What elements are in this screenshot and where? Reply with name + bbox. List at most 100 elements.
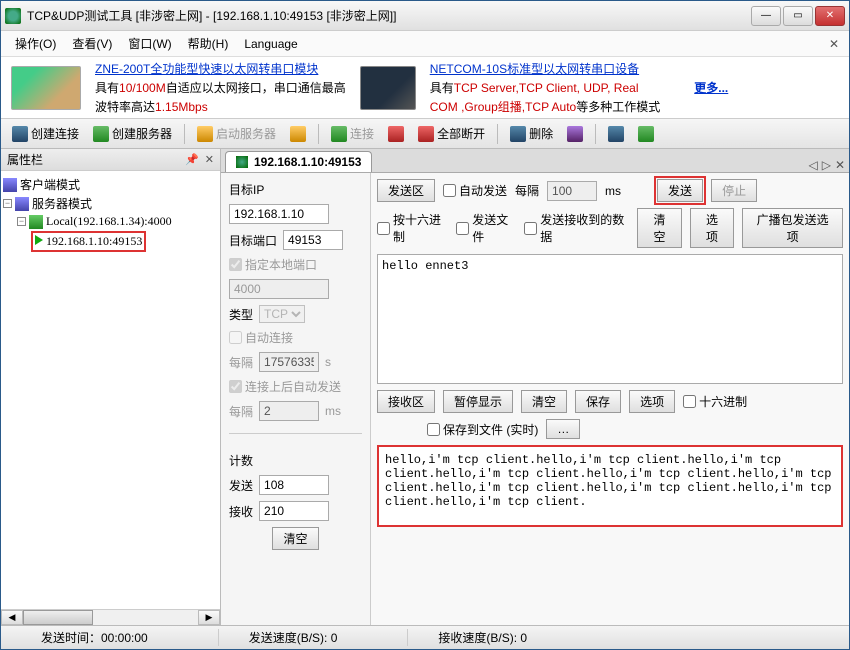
tab-close-icon[interactable]: ✕: [835, 158, 845, 172]
btn-stop[interactable]: 停止: [711, 179, 757, 202]
tab-prev-icon[interactable]: ◁: [808, 158, 817, 172]
chk-autosend-onconn[interactable]: 连接上后自动发送: [229, 378, 362, 395]
btn-send-area[interactable]: 发送区: [377, 179, 435, 202]
misc-icon: [567, 126, 583, 142]
tb-sep2: [318, 124, 319, 144]
tree-server-mode[interactable]: − 服务器模式: [3, 194, 218, 213]
tree-client-mode[interactable]: 客户端模式: [3, 175, 218, 194]
close-button[interactable]: ✕: [815, 6, 845, 26]
label-interval2: 每隔: [229, 403, 253, 420]
tb-create-server[interactable]: 创建服务器: [88, 123, 177, 144]
btn-recv-area[interactable]: 接收区: [377, 390, 435, 413]
chk-auto-send[interactable]: 自动发送: [443, 182, 507, 199]
chk-send-file[interactable]: 发送文件: [456, 211, 516, 245]
recv-textbox[interactable]: hello,i'm tcp client.hello,i'm tcp clien…: [377, 445, 843, 527]
label-send-count: 发送: [229, 477, 253, 494]
menu-window[interactable]: 窗口(W): [128, 35, 171, 52]
label-interval: 每隔: [229, 354, 253, 371]
tb-sep3: [497, 124, 498, 144]
tree-label: 客户端模式: [20, 176, 80, 193]
start-server-icon: [197, 126, 213, 142]
chk-recv-hex[interactable]: 十六进制: [683, 393, 747, 410]
play-icon: [35, 235, 43, 245]
tb-delete[interactable]: 删除: [505, 123, 558, 144]
app-icon: [5, 8, 21, 24]
menu-help[interactable]: 帮助(H): [188, 35, 229, 52]
btn-broadcast[interactable]: 广播包发送选项: [742, 208, 843, 248]
btn-send-options[interactable]: 选项: [690, 208, 735, 248]
input-dest-ip[interactable]: [229, 204, 329, 224]
promo1-image: [11, 66, 81, 110]
chk-save-file[interactable]: 保存到文件 (实时): [427, 421, 538, 438]
scroll-right-icon[interactable]: ▶: [198, 610, 220, 625]
btn-recv-clear[interactable]: 清空: [521, 390, 567, 413]
pane-controls: 📌 ✕: [185, 153, 214, 166]
disconnect-all-icon: [418, 126, 434, 142]
promo2-title[interactable]: NETCOM-10S标准型以太网转串口设备: [430, 60, 661, 77]
chk-bind-local[interactable]: 指定本地端口: [229, 256, 362, 273]
tree-local[interactable]: − Local(192.168.1.34):4000: [3, 213, 218, 230]
menu-lang[interactable]: Language: [244, 37, 297, 51]
local-server-icon: [29, 215, 43, 229]
promo1-title[interactable]: ZNE-200T全功能型快速以太网转串口模块: [95, 60, 346, 77]
window-buttons: — ▭ ✕: [751, 6, 845, 26]
input-send-interval[interactable]: [547, 181, 597, 201]
scroll-left-icon[interactable]: ◀: [1, 610, 23, 625]
tb-icon2[interactable]: [383, 124, 409, 144]
create-conn-icon: [12, 126, 28, 142]
btn-send[interactable]: 发送: [657, 179, 703, 202]
pane-close-icon[interactable]: ✕: [205, 153, 214, 166]
input-send-count[interactable]: [259, 475, 329, 495]
select-type[interactable]: TCP: [259, 305, 305, 323]
promo-more[interactable]: 更多...: [694, 79, 728, 96]
active-conn-highlight: 192.168.1.10:49153: [31, 231, 146, 252]
send-row2: 按十六进制 发送文件 发送接收到的数据 清空 选项 广播包发送选项: [377, 208, 843, 248]
tb-disconnect-all[interactable]: 全部断开: [413, 123, 490, 144]
tree-collapse-icon[interactable]: −: [17, 217, 26, 226]
minimize-button[interactable]: —: [751, 6, 781, 26]
tree-label: 服务器模式: [32, 195, 92, 212]
tree-hscroll[interactable]: ◀ ▶: [1, 609, 220, 625]
btn-send-clear[interactable]: 清空: [637, 208, 682, 248]
chk-auto-conn[interactable]: 自动连接: [229, 329, 362, 346]
btn-recv-pause[interactable]: 暂停显示: [443, 390, 513, 413]
tab-active[interactable]: 192.168.1.10:49153: [225, 151, 372, 172]
chk-hex-send[interactable]: 按十六进制: [377, 211, 448, 245]
btn-recv-options[interactable]: 选项: [629, 390, 675, 413]
tb-connect[interactable]: 连接: [326, 123, 379, 144]
menu-view[interactable]: 查看(V): [72, 35, 112, 52]
tb-start-server[interactable]: 启动服务器: [192, 123, 281, 144]
recv-row2: 保存到文件 (实时) …: [377, 419, 843, 439]
btn-savefile-dots[interactable]: …: [546, 419, 580, 439]
btn-recv-save[interactable]: 保存: [575, 390, 621, 413]
tab-icon: [236, 156, 248, 168]
left-pane-title: 属性栏: [7, 151, 43, 168]
tree-collapse-icon[interactable]: −: [3, 199, 12, 208]
tab-next-icon[interactable]: ▷: [822, 158, 831, 172]
disconnect-icon: [388, 126, 404, 142]
tb-icon3[interactable]: [562, 124, 588, 144]
tb-icon5[interactable]: [633, 124, 659, 144]
input-recv-count[interactable]: [259, 501, 329, 521]
maximize-button[interactable]: ▭: [783, 6, 813, 26]
tb-icon4[interactable]: [603, 124, 629, 144]
tb-create-conn[interactable]: 创建连接: [7, 123, 84, 144]
promo-banner: ZNE-200T全功能型快速以太网转串口模块 具有10/100M自适应以太网接口…: [1, 57, 849, 119]
tab-label: 192.168.1.10:49153: [254, 155, 361, 169]
data-column: 发送区 自动发送 每隔 ms 发送 停止 按十六进制 发送文件 发送接收到的数据…: [371, 173, 849, 625]
connect-icon: [331, 126, 347, 142]
inner-close-icon[interactable]: ✕: [829, 37, 839, 51]
label-send-interval: 每隔: [515, 182, 539, 199]
input-dest-port[interactable]: [283, 230, 343, 250]
statusbar: 发送时间：00:00:00 发送速度(B/S): 0 接收速度(B/S): 0: [1, 625, 849, 649]
send-textarea[interactable]: [377, 254, 843, 384]
tb-icon1[interactable]: [285, 124, 311, 144]
pin-icon[interactable]: 📌: [185, 153, 199, 166]
right-pane: 192.168.1.10:49153 ◁ ▷ ✕ 目标IP 目标端口: [221, 149, 849, 625]
menu-ops[interactable]: 操作(O): [15, 35, 56, 52]
btn-count-clear[interactable]: 清空: [272, 527, 318, 550]
tree-active-conn[interactable]: 192.168.1.10:49153: [3, 230, 218, 253]
scroll-thumb[interactable]: [23, 610, 93, 625]
chk-send-recv[interactable]: 发送接收到的数据: [524, 211, 629, 245]
left-pane-header: 属性栏 📌 ✕: [1, 149, 220, 171]
